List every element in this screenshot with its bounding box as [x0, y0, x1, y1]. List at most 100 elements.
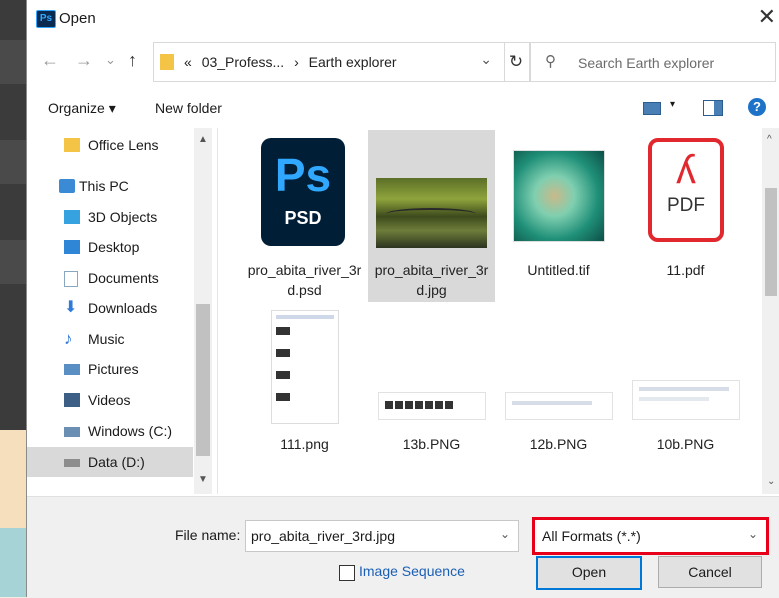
sidebar-item-downloads[interactable]: ⬇ Downloads — [54, 293, 214, 323]
bridge-shape — [386, 208, 476, 220]
thumbnail-strip-pattern — [512, 401, 592, 405]
file-item-png[interactable]: 12b.PNG — [495, 304, 622, 476]
recent-locations-icon[interactable]: ⌄ — [105, 52, 116, 68]
scrollbar-thumb[interactable] — [765, 188, 777, 296]
file-name: pro_abita_river_3r d.jpg — [368, 260, 495, 300]
sidebar-item-office-lens[interactable]: Office Lens — [54, 130, 214, 160]
breadcrumb: « 03_Profess... › Earth explorer — [184, 54, 397, 70]
file-list: Ps PSD pro_abita_river_3r d.psd pro_abit… — [219, 128, 761, 494]
navigation-bar: ← → ⌄ ↑ « 03_Profess... › Earth explorer… — [27, 42, 779, 82]
sidebar-item-label: Pictures — [88, 361, 139, 377]
photoshop-app-icon: Ps — [36, 10, 56, 28]
file-item-png[interactable]: 111.png — [241, 304, 368, 476]
scroll-up-icon[interactable]: ▲ — [198, 134, 208, 145]
sidebar-item-pictures[interactable]: Pictures — [54, 354, 214, 384]
search-input[interactable]: Search Earth explorer — [578, 55, 714, 71]
folder-icon — [64, 138, 80, 152]
file-list-scrollbar[interactable]: ^ ⌄ — [762, 128, 779, 494]
thumbnail-row — [276, 393, 290, 401]
chevron-down-icon[interactable]: ⌄ — [480, 51, 492, 68]
file-name-line: Untitled.tif — [527, 262, 590, 278]
search-box[interactable]: ⚲ Search Earth explorer — [530, 42, 776, 82]
cancel-button[interactable]: Cancel — [658, 556, 762, 588]
pdf-file-icon: ʎ PDF — [648, 138, 724, 242]
sidebar-item-label: Documents — [88, 270, 159, 286]
file-name-line: 12b.PNG — [529, 436, 588, 452]
sidebar-item-windows-c[interactable]: Windows (C:) — [54, 416, 214, 446]
refresh-button[interactable]: ↻ — [503, 42, 530, 82]
sidebar-item-data-d[interactable]: Data (D:) — [27, 447, 193, 477]
file-item-psd[interactable]: Ps PSD pro_abita_river_3r d.psd — [241, 130, 368, 302]
file-format-select[interactable]: All Formats (*.*) ⌄ — [532, 517, 769, 555]
breadcrumb-item-current[interactable]: Earth explorer — [309, 54, 397, 70]
downloads-icon: ⬇ — [64, 299, 78, 316]
computer-icon — [59, 179, 75, 193]
file-name: pro_abita_river_3r d.psd — [241, 260, 368, 300]
file-item-png[interactable]: 10b.PNG — [622, 304, 749, 476]
help-icon[interactable]: ? — [748, 98, 766, 116]
file-name: 10b.PNG — [622, 434, 749, 454]
file-format-value: All Formats (*.*) — [542, 528, 641, 544]
file-item-pdf[interactable]: ʎ PDF 11.pdf — [622, 130, 749, 302]
window-title: Open — [59, 10, 96, 27]
chevron-down-icon[interactable]: ⌄ — [748, 527, 758, 541]
sidebar-item-3d-objects[interactable]: 3D Objects — [54, 202, 214, 232]
sidebar-item-label: Music — [88, 331, 125, 347]
organize-menu[interactable]: Organize ▾ — [48, 100, 116, 117]
breadcrumb-item[interactable]: 03_Profess... — [202, 54, 285, 70]
forward-arrow-icon[interactable]: → — [75, 50, 93, 71]
breadcrumb-separator[interactable]: › — [294, 54, 299, 70]
thumbnail-row — [276, 371, 290, 379]
strip-image-thumbnail — [378, 392, 486, 420]
file-name: 11.pdf — [622, 260, 749, 280]
preview-pane-icon[interactable] — [703, 100, 723, 116]
sidebar-item-videos[interactable]: Videos — [54, 385, 214, 415]
strip-image-thumbnail — [505, 392, 613, 420]
navigation-pane: Office Lens This PC 3D Objects Desktop D… — [27, 128, 218, 494]
open-dialog: Ps Open ✕ ← → ⌄ ↑ « 03_Profess... › Eart… — [26, 0, 779, 598]
scroll-down-icon[interactable]: ⌄ — [767, 476, 775, 487]
file-name: 12b.PNG — [495, 434, 622, 454]
thumbnail-row — [276, 349, 290, 357]
view-options-caret-icon[interactable]: ▾ — [670, 99, 675, 110]
file-name: 13b.PNG — [368, 434, 495, 454]
desktop-icon — [64, 240, 80, 254]
file-name-field[interactable]: pro_abita_river_3rd.jpg ⌄ — [245, 520, 519, 552]
breadcrumb-overflow[interactable]: « — [184, 54, 192, 70]
thumbnail-strip-pattern — [639, 387, 729, 391]
open-button[interactable]: Open — [536, 556, 642, 590]
sidebar-item-music[interactable]: ♪ Music — [54, 324, 214, 354]
sidebar-scrollbar[interactable]: ▲ ▼ — [194, 128, 212, 494]
file-name-line: 10b.PNG — [656, 436, 715, 452]
pdf-icon-label: PDF — [667, 195, 705, 216]
sidebar-item-this-pc[interactable]: This PC — [27, 171, 187, 201]
file-name-line: d.psd — [287, 282, 322, 298]
new-folder-button[interactable]: New folder — [155, 100, 222, 116]
file-item-tif[interactable]: Untitled.tif — [495, 130, 622, 302]
image-sequence-checkbox[interactable] — [339, 565, 355, 581]
sidebar-item-label: Windows (C:) — [88, 423, 173, 439]
close-button[interactable]: ✕ — [758, 6, 776, 28]
file-name-line: pro_abita_river_3r — [247, 262, 362, 278]
up-arrow-icon[interactable]: ↑ — [128, 50, 137, 71]
pictures-icon — [64, 364, 80, 375]
strip-image-thumbnail — [632, 380, 740, 420]
file-item-png[interactable]: 13b.PNG — [368, 304, 495, 476]
back-arrow-icon[interactable]: ← — [41, 50, 59, 71]
image-sequence-label[interactable]: Image Sequence — [359, 563, 465, 579]
scroll-up-icon[interactable]: ^ — [767, 134, 772, 145]
change-view-icon[interactable] — [643, 102, 661, 115]
file-name-value[interactable]: pro_abita_river_3rd.jpg — [251, 528, 395, 544]
file-name: 111.png — [241, 434, 368, 454]
scrollbar-thumb[interactable] — [196, 304, 210, 456]
sidebar-item-documents[interactable]: Documents — [54, 263, 214, 293]
river-photo-thumbnail — [376, 178, 487, 248]
chevron-down-icon[interactable]: ⌄ — [500, 527, 510, 541]
screenshot-thumbnail — [271, 310, 339, 424]
address-bar[interactable]: « 03_Profess... › Earth explorer ⌄ — [153, 42, 505, 82]
scroll-down-icon[interactable]: ▼ — [198, 474, 208, 485]
file-item-jpg-selected[interactable]: pro_abita_river_3r d.jpg — [368, 130, 495, 302]
sidebar-item-label: Downloads — [88, 300, 158, 316]
sidebar-item-desktop[interactable]: Desktop — [54, 232, 214, 262]
drive-c-icon — [64, 427, 80, 437]
